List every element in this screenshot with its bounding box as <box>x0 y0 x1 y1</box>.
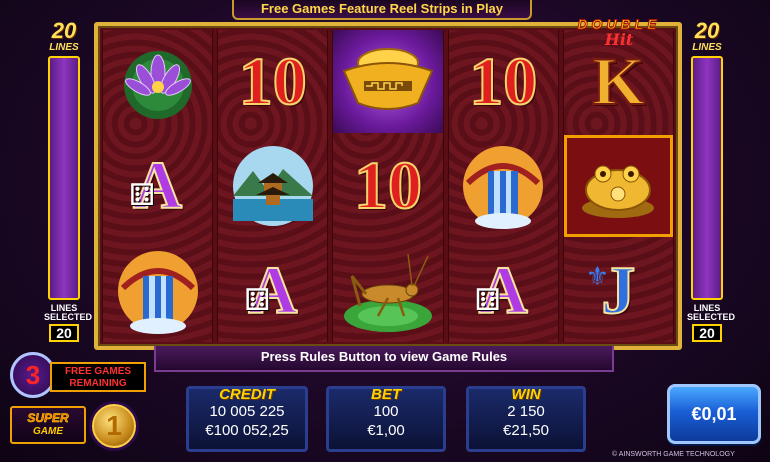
super-game-line-1: SUPER <box>27 411 69 426</box>
symbol-label: 10 <box>468 42 538 120</box>
lines-label: LINES <box>692 42 722 53</box>
lines-selected-value: 20 <box>692 324 722 342</box>
pagoda-symbol-icon <box>218 135 327 238</box>
win-credits: 2 150 <box>507 403 545 420</box>
win-amount: €21,50 <box>503 422 549 439</box>
bet-amount: €1,00 <box>367 422 405 439</box>
feature-banner: Free Games Feature Reel Strips in Play <box>232 0 532 20</box>
lotus-symbol-icon <box>103 30 212 133</box>
logo-bottom-text: Hit <box>604 30 634 49</box>
win-meter: WIN 2 150 €21,50 <box>466 386 586 452</box>
credit-amount: €100 052,25 <box>205 422 289 439</box>
reel-3: 10 <box>332 30 444 342</box>
super-game-counter: 1 <box>92 404 136 448</box>
fleur-de-lis-icon: ⚜ <box>585 261 610 292</box>
credit-meter: CREDIT 10 005 225 €100 052,25 <box>186 386 308 452</box>
lines-count: 20 <box>51 18 77 43</box>
credit-label: CREDIT <box>219 386 275 403</box>
grasshopper-symbol-icon <box>333 239 442 342</box>
reel-2: 10 A ⚅ <box>217 30 329 342</box>
card-10-symbol: 10 <box>218 30 327 133</box>
right-lines-panel: 20 LINES LINES SELECTED 20 <box>687 18 736 350</box>
free-games-label-1: FREE GAMES <box>64 366 132 377</box>
lines-selected-value: 20 <box>49 324 79 342</box>
free-games-label-2: REMAINING <box>69 378 127 389</box>
card-j-symbol: ⚜ J <box>564 239 673 342</box>
card-10-symbol: 10 <box>449 30 558 133</box>
super-game-line-2: GAME <box>33 426 63 437</box>
reel-5: K ⚜ J <box>562 30 674 342</box>
reel-1: A ⚅ <box>102 30 214 342</box>
bet-meter: BET 100 €1,00 <box>326 386 446 452</box>
symbol-label: 10 <box>238 42 308 120</box>
card-a-symbol: A ⚅ <box>103 135 212 238</box>
left-lines-panel: 20 LINES LINES SELECTED 20 <box>44 18 93 350</box>
reel-4: 10 A ⚅ <box>447 30 559 342</box>
card-10-symbol: 10 <box>333 135 442 238</box>
symbol-label: K <box>591 42 646 120</box>
free-games-label: FREE GAMES REMAINING <box>50 362 146 392</box>
payline-bar <box>48 56 80 300</box>
game-logo: DOUBLE Hit <box>560 16 678 52</box>
copyright-text: © AINSWORTH GAME TECHNOLOGY <box>612 451 735 458</box>
payline-bar <box>691 56 723 300</box>
lines-selected-label-2: SELECTED <box>44 312 93 322</box>
bet-credits: 100 <box>373 403 399 420</box>
golden-frog-symbol-icon <box>563 134 673 238</box>
dice-icon: ⚅ <box>244 283 271 317</box>
card-a-symbol: A ⚅ <box>449 239 558 342</box>
dice-icon: ⚅ <box>129 179 156 213</box>
free-games-counter: 3 FREE GAMES REMAINING <box>10 352 146 398</box>
symbol-label: 10 <box>353 146 423 224</box>
lines-count: 20 <box>694 18 720 43</box>
bet-label: BET <box>371 386 401 403</box>
lines-label: LINES <box>49 42 79 53</box>
denomination-button[interactable]: €0,01 <box>667 384 761 444</box>
rules-message: Press Rules Button to view Game Rules <box>154 346 614 372</box>
reel-window: A ⚅ 10 A ⚅ 10 10 A ⚅ K ⚜ J <box>94 22 682 350</box>
gold-ingot-symbol-icon <box>333 30 443 133</box>
credit-credits: 10 005 225 <box>209 403 285 420</box>
lines-selected-label-2: SELECTED <box>687 312 736 322</box>
waterfall-symbol-icon <box>103 239 212 342</box>
super-game-badge: SUPER GAME <box>10 406 86 444</box>
dice-icon: ⚅ <box>474 283 501 317</box>
win-label: WIN <box>511 386 541 403</box>
waterfall-symbol-icon <box>449 135 558 238</box>
card-a-symbol: A ⚅ <box>218 239 327 342</box>
